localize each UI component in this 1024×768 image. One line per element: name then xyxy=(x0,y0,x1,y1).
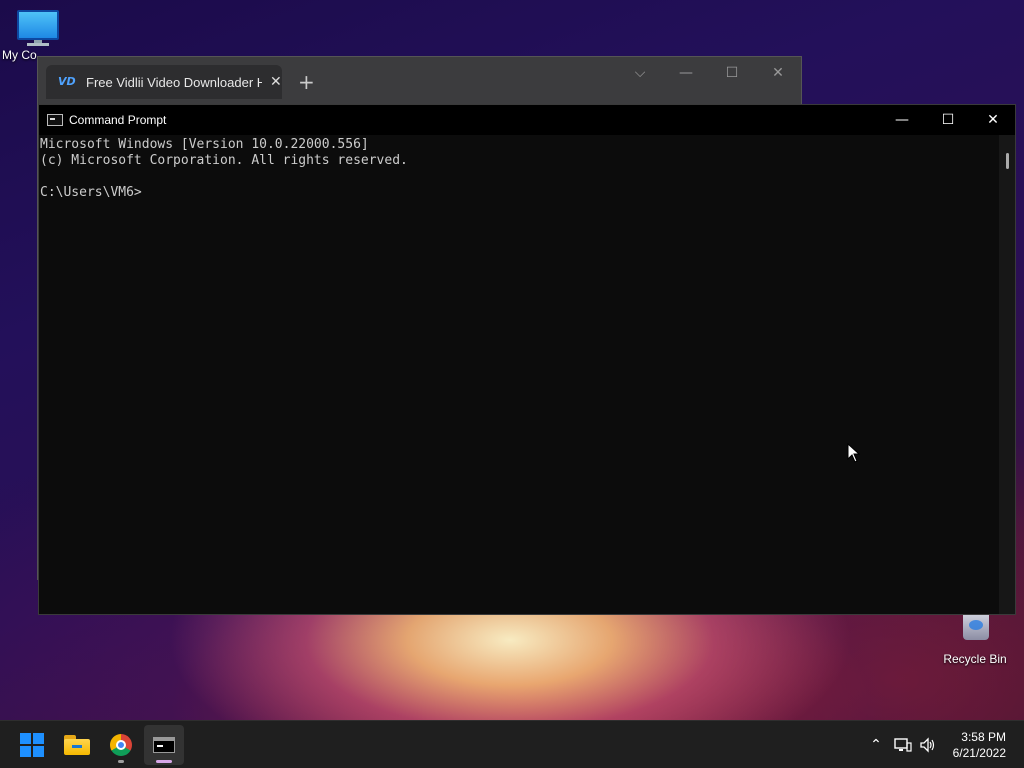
system-clock[interactable]: 3:58 PM 6/21/2022 xyxy=(953,729,1006,761)
tab-dropdown-icon[interactable]: ⌵ xyxy=(630,65,650,81)
tab-close-icon[interactable]: ✕ xyxy=(270,74,282,90)
console-line: Microsoft Windows [Version 10.0.22000.55… xyxy=(40,137,369,152)
minimize-button[interactable]: — xyxy=(676,65,696,81)
desktop-icon-label: Recycle Bin xyxy=(943,652,1007,666)
cmd-titlebar[interactable]: Command Prompt — ☐ ✕ xyxy=(39,105,1015,135)
taskbar-chrome[interactable] xyxy=(101,725,141,765)
vertical-scrollbar[interactable] xyxy=(999,135,1015,614)
close-button[interactable]: ✕ xyxy=(768,65,788,81)
command-prompt-icon xyxy=(47,114,63,126)
close-button[interactable]: ✕ xyxy=(970,105,1016,135)
console-output[interactable]: Microsoft Windows [Version 10.0.22000.55… xyxy=(39,135,999,614)
desktop-icon-my-computer[interactable]: My Co xyxy=(0,10,76,62)
show-hidden-icons-chevron-icon[interactable]: ⌃ xyxy=(866,735,886,755)
vidlii-logo-icon: VD xyxy=(58,75,76,88)
maximize-button[interactable]: ☐ xyxy=(925,105,971,135)
chrome-icon xyxy=(110,734,132,756)
start-button[interactable] xyxy=(12,725,52,765)
volume-icon[interactable] xyxy=(918,735,938,755)
scrollbar-thumb[interactable] xyxy=(1006,153,1009,169)
command-prompt-icon xyxy=(153,737,175,753)
folder-icon xyxy=(64,735,90,755)
minimize-button[interactable]: — xyxy=(879,105,925,135)
console-prompt[interactable]: C:\Users\VM6> xyxy=(40,185,999,201)
monitor-icon xyxy=(17,10,59,46)
windows-start-icon xyxy=(20,733,44,757)
downloader-tab[interactable]: VD Free Vidlii Video Downloader HD ✕ xyxy=(46,65,282,99)
new-tab-button[interactable]: + xyxy=(298,70,315,94)
clock-time: 3:58 PM xyxy=(961,730,1006,744)
mouse-cursor-icon xyxy=(847,443,861,463)
downloader-titlebar[interactable]: VD Free Vidlii Video Downloader HD ✕ + ⌵… xyxy=(38,57,801,105)
running-indicator xyxy=(118,760,124,763)
taskbar: ⌃ 3:58 PM 6/21/2022 xyxy=(0,720,1024,768)
taskbar-file-explorer[interactable] xyxy=(57,725,97,765)
console-line: (c) Microsoft Corporation. All rights re… xyxy=(40,153,408,168)
network-icon[interactable] xyxy=(893,735,913,755)
command-prompt-window[interactable]: Command Prompt — ☐ ✕ Microsoft Windows [… xyxy=(38,104,1016,615)
clock-date: 6/21/2022 xyxy=(952,746,1006,760)
desktop-icon-label: My Co xyxy=(2,48,37,62)
window-title: Command Prompt xyxy=(69,113,167,127)
taskbar-command-prompt[interactable] xyxy=(144,725,184,765)
desktop-icon-recycle-bin[interactable]: Recycle Bin xyxy=(937,610,1013,666)
tab-title: Free Vidlii Video Downloader HD xyxy=(86,74,262,90)
maximize-button[interactable]: ☐ xyxy=(722,65,742,81)
active-indicator xyxy=(156,760,172,763)
